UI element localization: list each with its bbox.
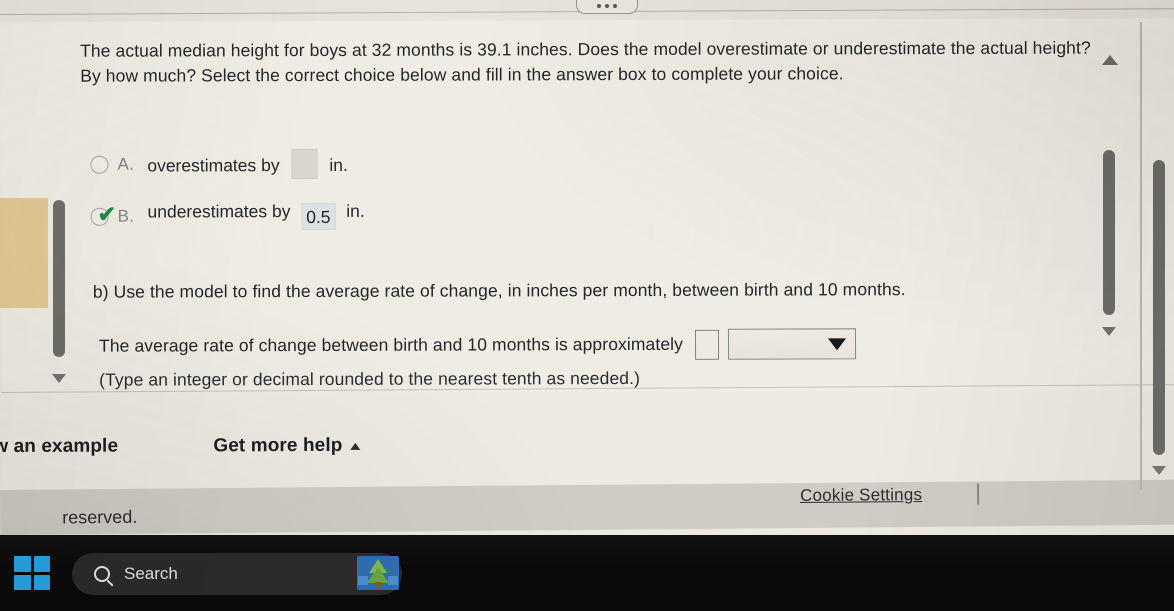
choice-a-text-before: overestimates by [147,155,280,176]
part-b-value-input[interactable] [694,329,720,360]
radio-choice-a[interactable] [90,155,109,174]
choice-b-text: underestimates by 0.5 in. [147,200,365,231]
page-scrollbar[interactable] [1148,30,1170,492]
left-scrollbar[interactable] [49,196,69,396]
copyright-text: reserved. [62,506,138,528]
choice-a-text: overestimates by in. [147,149,348,180]
choice-a-answer-input[interactable] [291,149,318,180]
logo-pane-3 [14,574,31,590]
get-more-help-label: Get more help [213,434,343,457]
part-b-answer-line: The average rate of change between birth… [98,328,857,361]
overflow-dots-tab[interactable] [576,0,638,14]
view-example-link[interactable]: w an example [0,436,118,458]
page-scrollbar-thumb[interactable] [1153,160,1165,455]
search-placeholder-label: Search [124,564,178,583]
logo-pane-4 [33,574,50,590]
left-scrollbar-thumb[interactable] [53,200,65,357]
magnifier-icon [94,566,110,582]
inner-scrollbar-down-arrow[interactable] [1102,327,1116,336]
radio-choice-b[interactable]: ✔ [90,201,116,226]
christmas-tree-widget-icon[interactable] [349,552,407,596]
correct-check-icon: ✔ [97,201,117,227]
choice-b-text-before: underestimates by [147,201,291,222]
dot-3 [613,4,617,8]
choice-a-text-after: in. [329,154,348,175]
chevron-up-icon [350,442,361,450]
dot-2 [605,4,609,8]
panel-right-edge [1140,22,1142,490]
problem-panel: The actual median height for boys at 32 … [0,18,1174,490]
left-edge-tan-block [0,198,48,308]
get-more-help-button[interactable]: Get more help [213,434,361,457]
part-a-prompt: The actual median height for boys at 32 … [80,37,1091,86]
page-footer: reserved. Cookie Settings [0,479,1174,535]
page-scrollbar-down-arrow[interactable] [1152,466,1166,475]
logo-pane-2 [33,556,50,572]
part-b-sentence: The average rate of change between birth… [98,333,684,356]
cookie-settings-link[interactable]: Cookie Settings [800,485,922,506]
inner-scrollbar-thumb[interactable] [1103,150,1115,315]
windows-logo-icon[interactable] [14,556,50,590]
logo-pane-1 [14,556,31,572]
windows-taskbar: Search 1 [0,535,1174,611]
left-scrollbar-down-arrow[interactable] [52,374,66,383]
part-b-prompt: b) Use the model to find the average rat… [92,279,906,302]
choice-b-answer-input[interactable]: 0.5 [301,202,336,231]
choice-option-b[interactable]: ✔ B. underestimates by 0.5 in. [90,200,365,231]
choice-b-text-after: in. [346,200,365,221]
inner-scrollbar-up-arrow[interactable] [1102,55,1118,65]
chevron-down-icon [827,337,847,350]
footer-separator [976,483,979,505]
dot-1 [597,4,601,8]
part-b-unit-dropdown[interactable] [727,328,857,360]
choice-a-letter: A. [117,154,135,174]
choice-option-a[interactable]: A. overestimates by in. [90,149,348,180]
inner-scrollbar[interactable] [1098,45,1120,375]
action-bar: w an example Get more help Clear all Che… [0,390,1174,490]
